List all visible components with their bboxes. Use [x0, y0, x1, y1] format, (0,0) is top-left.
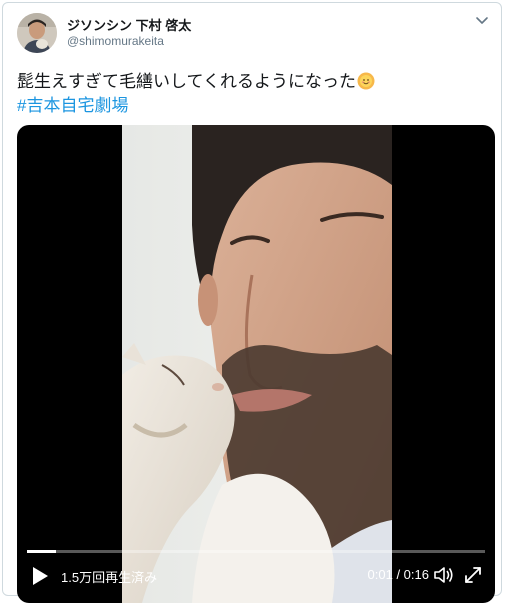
video-frame	[122, 125, 392, 603]
progress-bar[interactable]	[27, 550, 485, 553]
time-display: 0:01 / 0:16	[367, 567, 429, 582]
tweet-text: 髭生えすぎて毛繕いしてくれるようになった	[17, 69, 375, 94]
play-icon[interactable]	[31, 566, 49, 586]
video-controls: 1.5万回再生済み 0:01 / 0:16	[17, 543, 495, 603]
fullscreen-icon[interactable]	[463, 565, 483, 585]
volume-icon[interactable]	[433, 565, 455, 585]
chevron-down-icon[interactable]	[473, 12, 491, 30]
tweet-card: ジソンシン 下村 啓太 @shimomurakeita 髭生えすぎて毛繕いしてく…	[2, 2, 502, 603]
author-avatar[interactable]	[17, 13, 57, 53]
author-name[interactable]: ジソンシン 下村 啓太	[67, 15, 191, 34]
video-player[interactable]: 1.5万回再生済み 0:01 / 0:16	[17, 125, 495, 603]
author-handle[interactable]: @shimomurakeita	[67, 34, 164, 48]
tweet-text-body: 髭生えすぎて毛繕いしてくれるようになった	[17, 72, 356, 91]
smiling-sun-emoji-icon	[357, 72, 375, 90]
view-count: 1.5万回再生済み	[61, 570, 158, 585]
progress-fill	[27, 550, 56, 553]
hashtag-link[interactable]: #吉本自宅劇場	[17, 93, 128, 118]
